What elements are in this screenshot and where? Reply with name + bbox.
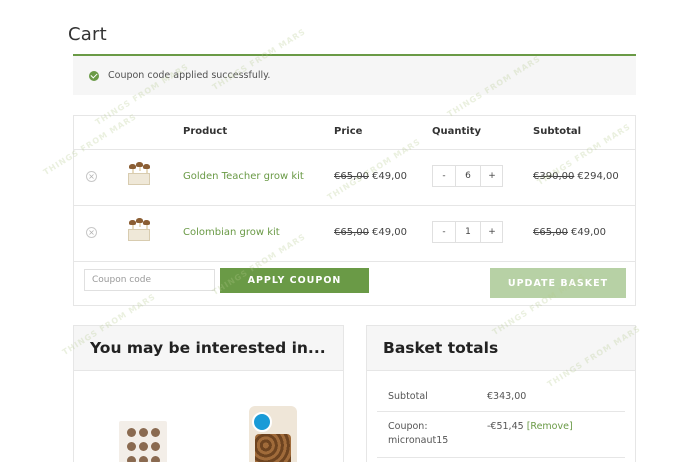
cart-table: Product Price Quantity Subtotal × Golden…	[73, 115, 636, 306]
column-header-product: Product	[183, 126, 228, 137]
panel-title: You may be interested in...	[90, 339, 326, 357]
column-header-price: Price	[334, 126, 363, 137]
panel-title: Basket totals	[383, 339, 499, 357]
basket-totals-panel: Basket totals Subtotal €343,00 Coupon: mi…	[366, 325, 636, 462]
divider	[74, 205, 635, 206]
product-link[interactable]: Colombian grow kit	[183, 227, 280, 238]
column-header-quantity: Quantity	[432, 126, 481, 137]
quantity-stepper[interactable]: - 6 +	[432, 165, 503, 187]
coupon-code: micronaut15	[388, 435, 449, 446]
column-header-subtotal: Subtotal	[533, 126, 582, 137]
brand-logo-icon	[252, 412, 272, 432]
success-notice: Coupon code applied successfully.	[73, 54, 636, 95]
remove-coupon-link[interactable]: [Remove]	[527, 421, 573, 432]
page-title: Cart	[68, 24, 107, 45]
update-basket-button[interactable]: Update basket	[490, 268, 626, 298]
apply-coupon-button[interactable]: Apply coupon	[220, 268, 369, 293]
qty-increase-button[interactable]: +	[480, 222, 503, 242]
product-thumbnail	[126, 161, 152, 187]
qty-increase-button[interactable]: +	[480, 166, 503, 186]
qty-input[interactable]: 6	[456, 166, 480, 186]
notice-message: Coupon code applied successfully.	[108, 70, 271, 81]
row-subtotal: €65,00 €49,00	[533, 227, 606, 238]
panel-header: You may be interested in...	[74, 326, 343, 371]
remove-item-icon[interactable]: ×	[86, 227, 97, 238]
coupon-label: Coupon: micronaut15	[388, 421, 449, 446]
interested-panel: You may be interested in...	[73, 325, 344, 462]
check-circle-icon	[89, 71, 99, 81]
remove-item-icon[interactable]: ×	[86, 171, 97, 182]
product-thumbnail	[126, 217, 152, 243]
divider	[74, 261, 635, 262]
qty-decrease-button[interactable]: -	[433, 222, 456, 242]
quantity-stepper[interactable]: - 1 +	[432, 221, 503, 243]
qty-decrease-button[interactable]: -	[433, 166, 456, 186]
qty-input[interactable]: 1	[456, 222, 480, 242]
row-subtotal: €390,00 €294,00	[533, 171, 619, 182]
product-price: €65,00 €49,00	[334, 171, 407, 182]
product-image[interactable]	[119, 421, 167, 462]
product-price: €65,00 €49,00	[334, 227, 407, 238]
panel-header: Basket totals	[367, 326, 635, 371]
product-link[interactable]: Golden Teacher grow kit	[183, 171, 304, 182]
divider	[74, 149, 635, 150]
coupon-discount: -€51,45 [Remove]	[487, 421, 573, 432]
subtotal-label: Subtotal	[388, 391, 428, 402]
coupon-code-input[interactable]	[84, 269, 215, 291]
subtotal-value: €343,00	[487, 391, 527, 402]
product-image[interactable]	[249, 406, 297, 462]
divider	[377, 457, 625, 458]
divider	[377, 411, 625, 412]
